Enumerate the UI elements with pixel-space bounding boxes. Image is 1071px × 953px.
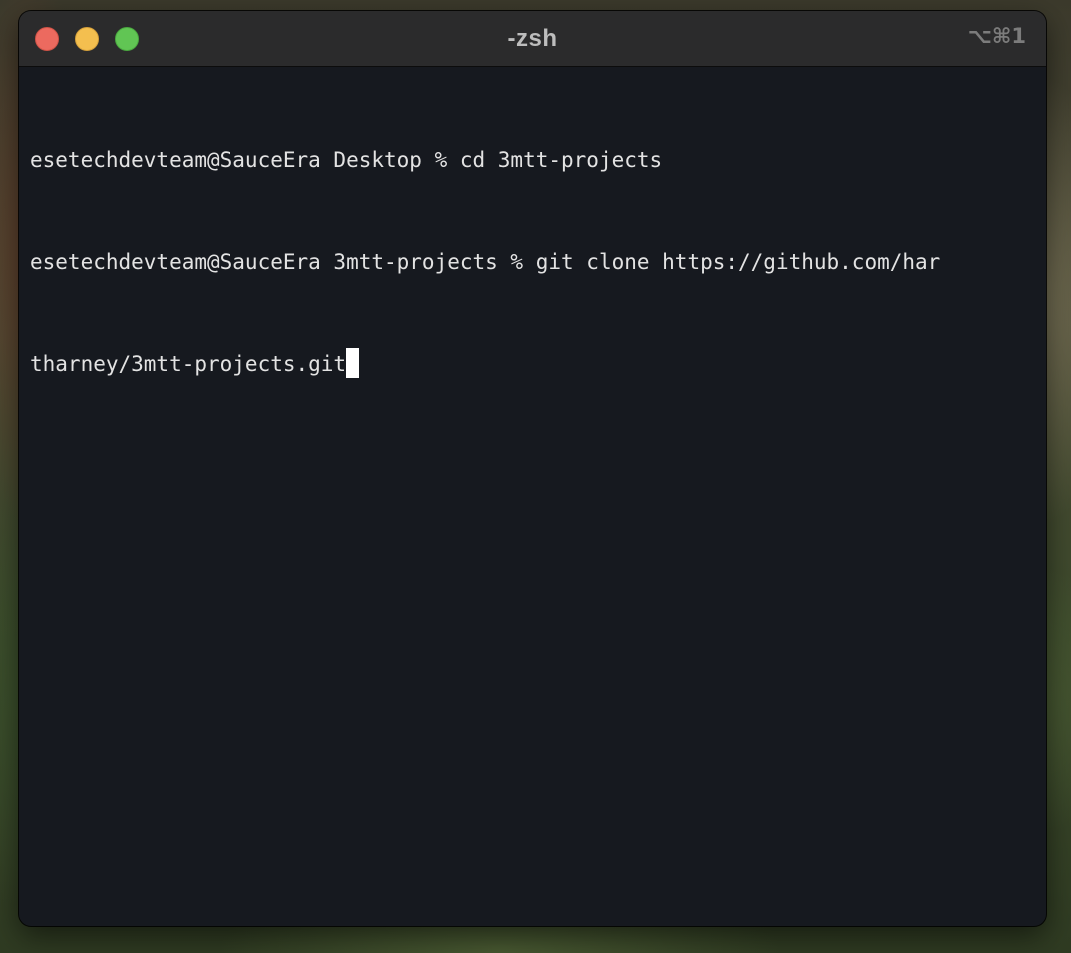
window-title: -zsh [507, 25, 558, 52]
terminal-line-text: esetechdevteam@SauceEra Desktop % cd 3mt… [30, 148, 663, 172]
terminal-window: -zsh ⌥⌘1 esetechdevteam@SauceEra Desktop… [19, 11, 1046, 926]
terminal-line-text: tharney/3mtt-projects.git [30, 352, 347, 376]
window-shortcut: ⌥⌘1 [967, 24, 1026, 48]
terminal-line: tharney/3mtt-projects.git [30, 347, 1036, 381]
terminal-line: esetechdevteam@SauceEra 3mtt-projects % … [30, 245, 1036, 279]
terminal-line-text: esetechdevteam@SauceEra 3mtt-projects % … [30, 250, 941, 274]
terminal-line: esetechdevteam@SauceEra Desktop % cd 3mt… [30, 143, 1036, 177]
terminal-output[interactable]: esetechdevteam@SauceEra Desktop % cd 3mt… [19, 67, 1046, 449]
title-bar[interactable]: -zsh ⌥⌘1 [19, 11, 1046, 67]
text-cursor [346, 348, 360, 378]
